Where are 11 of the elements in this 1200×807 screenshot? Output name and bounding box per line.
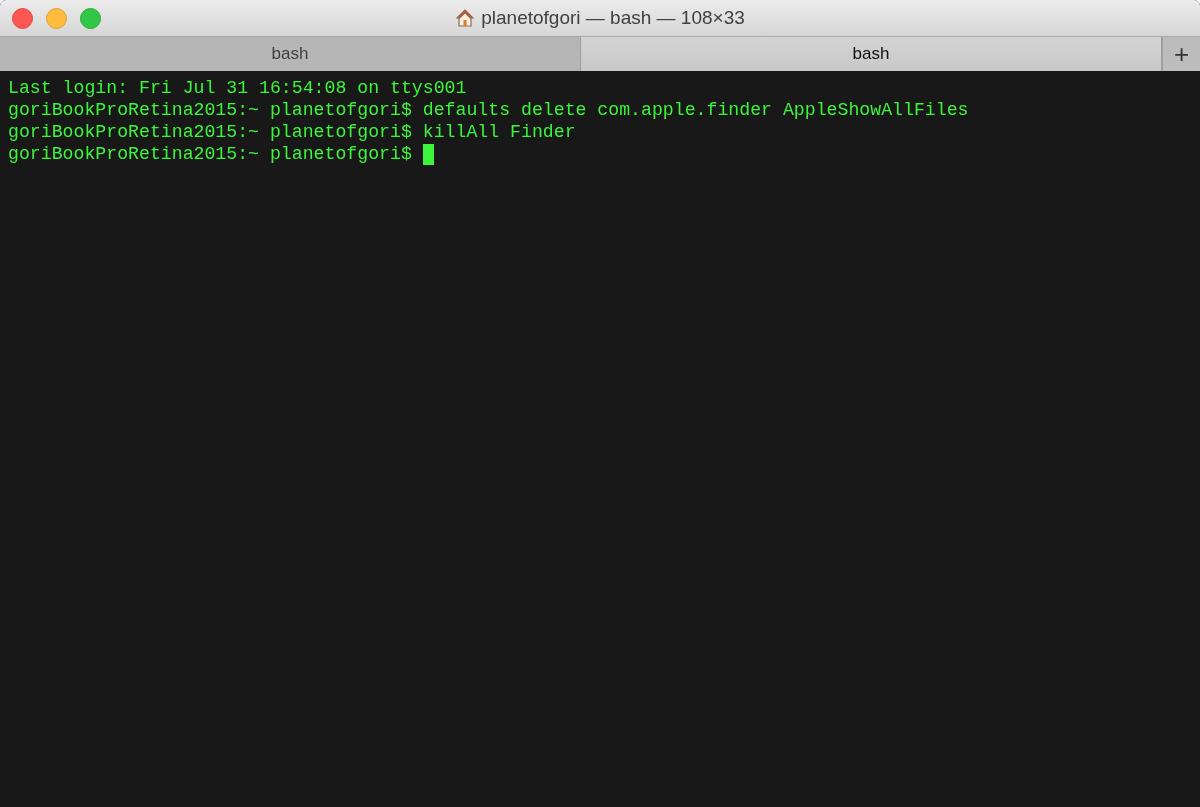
close-button[interactable]: [12, 7, 33, 29]
new-tab-button[interactable]: +: [1162, 37, 1200, 71]
zoom-button[interactable]: [80, 7, 101, 29]
house-icon: [455, 8, 476, 28]
terminal-line: goriBookProRetina2015:~ planetofgori$ defaults delete com.apple.finder AppleShowAllFiles: [8, 99, 970, 121]
terminal-line: goriBookProRetina2015:~ planetofgori$: [8, 143, 1200, 165]
window-title: planetofgori — bash — 108×33: [481, 7, 745, 29]
terminal-line: goriBookProRetina2015:~ planetofgori$ killAll Finder: [8, 121, 577, 143]
terminal-line: Last login: Fri Jul 31 16:54:08 on ttys001: [8, 77, 468, 99]
tab[interactable]: bash: [581, 37, 1162, 71]
minimize-button[interactable]: [46, 7, 67, 29]
